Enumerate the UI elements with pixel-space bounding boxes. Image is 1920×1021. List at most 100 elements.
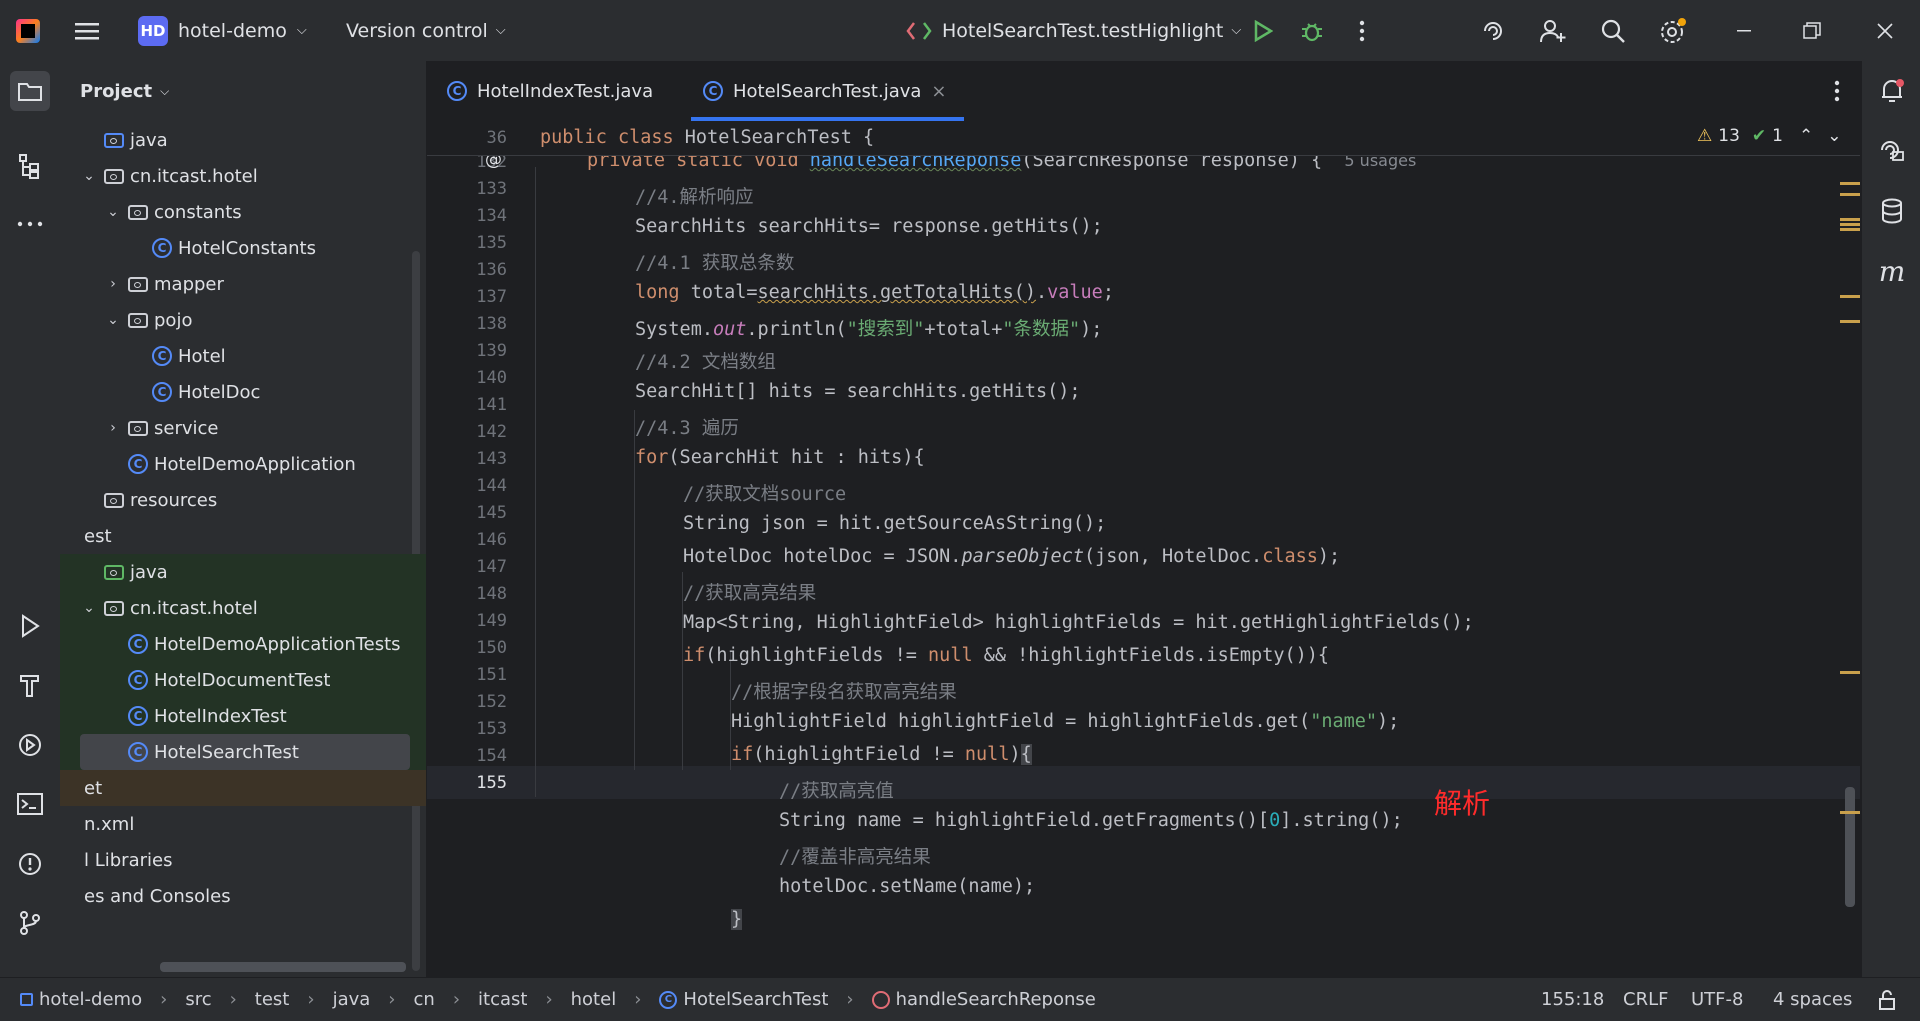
- project-switcher[interactable]: HD hotel-demo ⌵: [138, 0, 307, 61]
- git-branch-icon[interactable]: [10, 903, 50, 943]
- tree-item[interactable]: ⌄ constants: [60, 194, 410, 230]
- line-number[interactable]: 142: [427, 422, 507, 442]
- chevron-down-icon[interactable]: ⌄: [104, 204, 122, 220]
- chevron-down-icon[interactable]: ⌄: [104, 312, 122, 328]
- code-editor[interactable]: 36 public class HotelSearchTest { ⚠ 13 ✔…: [427, 122, 1860, 977]
- run-config-selector[interactable]: HotelSearchTest.testHighlight ⌵: [906, 0, 1241, 61]
- chevron-right-icon[interactable]: ›: [104, 276, 122, 292]
- line-number[interactable]: 147: [427, 557, 507, 577]
- tree-item[interactable]: es and Consoles: [60, 878, 410, 914]
- line-number[interactable]: 146: [427, 530, 507, 550]
- breadcrumb-item[interactable]: cn: [414, 989, 435, 1010]
- line-number[interactable]: 135: [427, 233, 507, 253]
- line-number[interactable]: 134: [427, 206, 507, 226]
- tree-item[interactable]: java: [60, 122, 410, 158]
- line-number[interactable]: 139: [427, 341, 507, 361]
- project-folder-icon[interactable]: [10, 71, 50, 111]
- warning-marker[interactable]: [1840, 320, 1860, 323]
- more-tools-icon[interactable]: [10, 204, 50, 244]
- tree-item[interactable]: › service: [60, 410, 410, 446]
- tree-item[interactable]: C HotelDemoApplication: [60, 446, 410, 482]
- minimize-icon[interactable]: [1730, 0, 1760, 61]
- settings-gear-icon[interactable]: [1658, 0, 1688, 61]
- services-icon[interactable]: [10, 725, 50, 765]
- line-number[interactable]: 141: [427, 395, 507, 415]
- run-tool-icon[interactable]: [10, 606, 50, 646]
- problems-icon[interactable]: [10, 844, 50, 884]
- tree-item[interactable]: › mapper: [60, 266, 410, 302]
- caret-position[interactable]: 155:18: [1541, 978, 1604, 1021]
- search-icon[interactable]: [1598, 0, 1628, 61]
- tree-item[interactable]: et: [60, 770, 410, 806]
- ai-assistant-icon[interactable]: [1479, 0, 1509, 61]
- tree-item[interactable]: est: [60, 518, 410, 554]
- editor-scrollbar[interactable]: [1845, 787, 1855, 907]
- breadcrumb-item[interactable]: java: [333, 989, 371, 1010]
- maven-icon[interactable]: m: [1872, 251, 1912, 291]
- vcs-menu[interactable]: Version control ⌵: [346, 0, 506, 61]
- line-number[interactable]: 136: [427, 260, 507, 280]
- build-hammer-icon[interactable]: [10, 665, 50, 705]
- chevron-down-icon[interactable]: ⌄: [80, 600, 98, 616]
- line-number[interactable]: 152: [427, 692, 507, 712]
- add-user-icon[interactable]: [1538, 0, 1568, 61]
- lock-icon[interactable]: [1877, 978, 1897, 1021]
- tab-hotel-search-test[interactable]: C HotelSearchTest.java ×: [691, 61, 951, 121]
- run-icon[interactable]: [1248, 0, 1278, 61]
- warning-marker[interactable]: [1840, 295, 1860, 298]
- line-number[interactable]: 153: [427, 719, 507, 739]
- notifications-bell-icon[interactable]: [1872, 71, 1912, 111]
- tree-item[interactable]: C HotelConstants: [60, 230, 410, 266]
- restore-window-icon[interactable]: [1797, 0, 1827, 61]
- debug-icon[interactable]: [1297, 0, 1327, 61]
- app-logo[interactable]: [16, 0, 40, 61]
- line-number[interactable]: 145: [427, 503, 507, 523]
- close-window-icon[interactable]: [1870, 0, 1900, 61]
- indent-setting[interactable]: 4 spaces: [1773, 978, 1852, 1021]
- tabs-more-icon[interactable]: [1827, 79, 1847, 103]
- tree-item[interactable]: java: [60, 554, 410, 590]
- database-icon[interactable]: [1872, 191, 1912, 231]
- line-number[interactable]: 150: [427, 638, 507, 658]
- tree-item[interactable]: ⌄ cn.itcast.hotel: [60, 590, 410, 626]
- ai-chat-icon[interactable]: [1872, 131, 1912, 171]
- breadcrumb-item[interactable]: src: [185, 989, 211, 1010]
- line-number[interactable]: 149: [427, 611, 507, 631]
- tree-item[interactable]: C HotelSearchTest: [80, 734, 410, 770]
- chevron-up-icon[interactable]: ⌃: [1799, 126, 1813, 146]
- terminal-icon[interactable]: [10, 784, 50, 824]
- line-number[interactable]: 138: [427, 314, 507, 334]
- breadcrumb-item[interactable]: itcast: [478, 989, 527, 1010]
- chevron-right-icon[interactable]: ›: [104, 420, 122, 436]
- line-number[interactable]: 154: [427, 746, 507, 766]
- line-number[interactable]: 151: [427, 665, 507, 685]
- line-separator[interactable]: CRLF: [1623, 978, 1668, 1021]
- warning-marker[interactable]: [1840, 193, 1860, 196]
- line-number[interactable]: 133: [427, 179, 507, 199]
- tree-item[interactable]: C HotelIndexTest: [60, 698, 410, 734]
- project-panel-header[interactable]: Project ⌵: [80, 81, 169, 102]
- breadcrumb-item[interactable]: test: [255, 989, 290, 1010]
- tree-item[interactable]: resources: [60, 482, 410, 518]
- chevron-down-icon[interactable]: ⌄: [80, 168, 98, 184]
- tree-item[interactable]: n.xml: [60, 806, 410, 842]
- warning-marker[interactable]: [1840, 811, 1860, 814]
- chevron-down-icon[interactable]: ⌄: [1827, 126, 1841, 146]
- file-encoding[interactable]: UTF-8: [1691, 978, 1743, 1021]
- horizontal-scrollbar[interactable]: [160, 962, 406, 972]
- warning-marker[interactable]: [1840, 218, 1860, 232]
- tree-item[interactable]: l Libraries: [60, 842, 410, 878]
- breadcrumb-item[interactable]: HotelSearchTest: [683, 989, 828, 1010]
- tree-item[interactable]: C Hotel: [60, 338, 410, 374]
- warning-marker[interactable]: [1840, 671, 1860, 674]
- structure-icon[interactable]: [10, 146, 50, 186]
- close-icon[interactable]: ×: [931, 81, 946, 102]
- tree-item[interactable]: C HotelDemoApplicationTests: [60, 626, 410, 662]
- line-number[interactable]: 140: [427, 368, 507, 388]
- tree-item[interactable]: C HotelDoc: [60, 374, 410, 410]
- line-number[interactable]: 144: [427, 476, 507, 496]
- tab-hotel-index-test[interactable]: C HotelIndexTest.java: [447, 61, 653, 121]
- breadcrumb-item[interactable]: handleSearchReponse: [896, 989, 1096, 1010]
- line-number[interactable]: 143: [427, 449, 507, 469]
- line-number[interactable]: 148: [427, 584, 507, 604]
